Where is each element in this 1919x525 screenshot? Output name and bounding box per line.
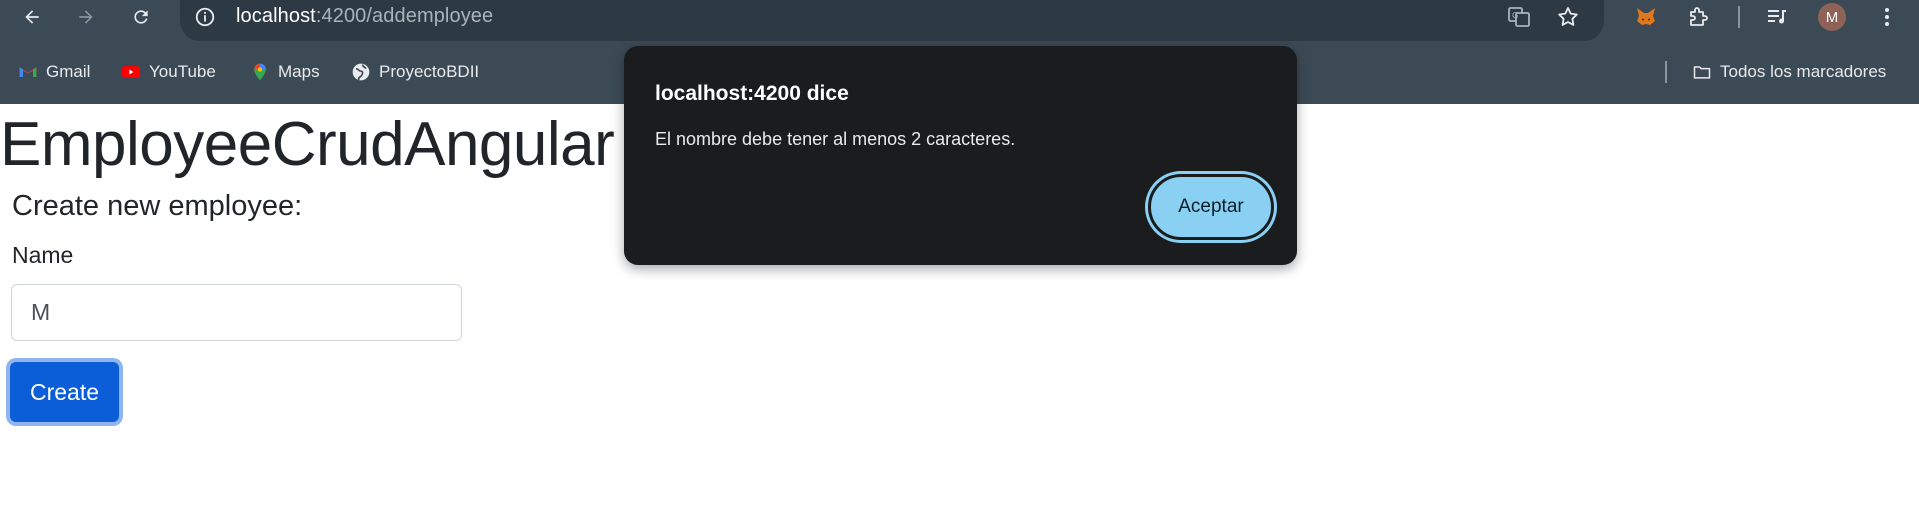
all-bookmarks-button[interactable]: Todos los marcadores — [1692, 60, 1886, 84]
url-host: localhost — [236, 5, 316, 27]
bookmark-youtube[interactable]: YouTube — [121, 60, 216, 84]
bookmarks-divider — [1665, 61, 1667, 83]
arrow-right-icon — [79, 10, 93, 24]
folder-icon — [1693, 66, 1711, 79]
youtube-icon — [121, 66, 141, 78]
fox-icon — [1637, 8, 1655, 25]
address-bar[interactable]: localhost:4200/addemployee G — [180, 0, 1604, 41]
bookmark-proyectobdii[interactable]: ProyectoBDII — [351, 60, 479, 84]
puzzle-icon — [1690, 7, 1708, 26]
dialog-message: El nombre debe tener al menos 2 caracter… — [655, 129, 1016, 149]
reload-button[interactable] — [127, 3, 155, 31]
media-control-button[interactable] — [1764, 4, 1790, 30]
bookmark-label: YouTube — [149, 62, 216, 81]
profile-avatar[interactable]: M — [1818, 3, 1846, 31]
section-title: Create new employee: — [12, 190, 303, 222]
star-icon[interactable] — [1556, 5, 1580, 29]
maps-pin-icon — [254, 63, 266, 81]
create-button[interactable]: Create — [10, 362, 119, 422]
page-title: EmployeeCrudAngular — [0, 110, 615, 179]
globe-icon — [352, 63, 370, 81]
name-input[interactable] — [11, 284, 462, 341]
svg-text:G: G — [1512, 11, 1518, 20]
bookmark-label: ProyectoBDII — [379, 62, 480, 81]
back-button[interactable] — [18, 3, 46, 31]
bookmark-label: Maps — [278, 62, 320, 81]
toolbar-divider — [1738, 6, 1740, 28]
name-label: Name — [12, 242, 74, 268]
kebab-menu-icon — [1885, 8, 1889, 26]
info-icon[interactable] — [194, 6, 216, 28]
arrow-left-icon — [25, 10, 39, 24]
accept-button[interactable]: Aceptar — [1148, 174, 1274, 240]
dialog-title: localhost:4200 dice — [655, 82, 849, 105]
metamask-extension-button[interactable] — [1633, 4, 1659, 30]
url-text[interactable]: localhost:4200/addemployee — [236, 5, 493, 28]
media-queue-icon — [1768, 10, 1786, 24]
translate-icon[interactable]: G — [1507, 5, 1531, 29]
url-path: :4200/addemployee — [315, 5, 494, 27]
browser-menu-button[interactable] — [1874, 4, 1900, 30]
forward-button[interactable] — [72, 3, 100, 31]
extensions-button[interactable] — [1685, 4, 1711, 30]
all-bookmarks-label: Todos los marcadores — [1720, 62, 1887, 81]
reload-icon — [134, 10, 148, 24]
gmail-icon — [19, 67, 37, 77]
bookmark-label: Gmail — [46, 62, 91, 81]
browser-toolbar: localhost:4200/addemployee G M — [0, 0, 1919, 41]
bookmark-gmail[interactable]: Gmail — [18, 60, 90, 84]
alert-dialog: localhost:4200 dice El nombre debe tener… — [624, 46, 1297, 265]
bookmark-maps[interactable]: Maps — [250, 60, 320, 84]
